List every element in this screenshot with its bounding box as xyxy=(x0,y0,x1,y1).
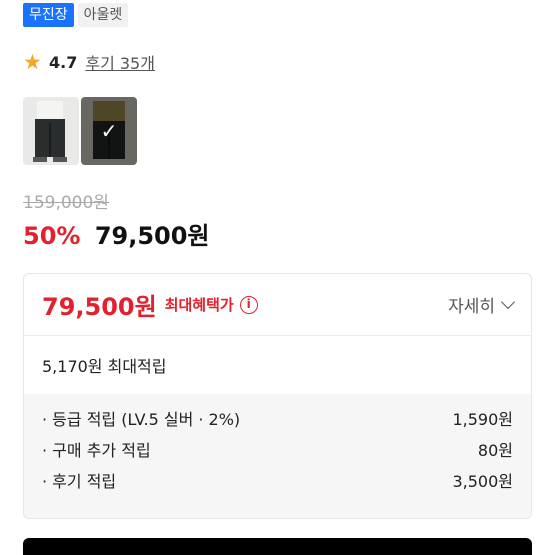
max-benefit-price: 79,500원 xyxy=(42,293,157,321)
star-icon: ★ xyxy=(23,50,42,74)
points-breakdown: · 등급 적립 (LV.5 실버 · 2%) 1,590원 · 구매 추가 적립… xyxy=(24,394,531,518)
breakdown-row: · 구매 추가 적립 80원 xyxy=(42,433,513,464)
breakdown-row: · 등급 적립 (LV.5 실버 · 2%) 1,590원 xyxy=(42,402,513,433)
thumbnail-option-khaki[interactable]: ✓ xyxy=(81,97,137,165)
breakdown-value: 80원 xyxy=(477,440,513,460)
breakdown-label: · 등급 적립 (LV.5 실버 · 2%) xyxy=(42,409,241,429)
sale-price: 79,500원 xyxy=(94,222,210,250)
selected-check-icon: ✓ xyxy=(81,97,137,165)
breakdown-row: · 후기 적립 3,500원 xyxy=(42,464,513,495)
bottom-action-bar[interactable] xyxy=(23,538,532,555)
max-points-summary: 5,170원 최대적립 xyxy=(42,357,167,376)
detail-label: 자세히 xyxy=(448,297,495,317)
breakdown-value: 3,500원 xyxy=(452,471,513,491)
benefit-card: 79,500원 최대혜택가 i 자세히 5,170원 최대적립 · 등급 적립 … xyxy=(23,273,532,519)
badge-outlet: 아울렛 xyxy=(77,3,129,27)
color-thumbnails: ✓ xyxy=(23,97,137,165)
rating-row: ★ 4.7 후기 35개 xyxy=(23,50,155,74)
badge-mujinjang: 무진장 xyxy=(23,3,74,27)
discount-rate: 50% xyxy=(23,222,81,250)
chevron-down-icon xyxy=(500,294,516,310)
detail-toggle[interactable]: 자세히 xyxy=(448,292,516,317)
benefit-card-header[interactable]: 79,500원 최대혜택가 i 자세히 xyxy=(24,274,531,336)
thumbnail-option-light[interactable] xyxy=(23,97,79,165)
max-benefit-label: 최대혜택가 xyxy=(164,296,234,314)
price-row: 50% 79,500원 xyxy=(23,216,210,251)
product-badges: 무진장 아울렛 xyxy=(23,3,129,27)
review-count-link[interactable]: 후기 35개 xyxy=(85,50,155,74)
breakdown-label: · 구매 추가 적립 xyxy=(42,440,151,460)
info-icon[interactable]: i xyxy=(239,295,258,314)
breakdown-value: 1,590원 xyxy=(452,409,513,429)
original-price: 159,000원 xyxy=(23,193,109,213)
breakdown-label: · 후기 적립 xyxy=(42,471,117,491)
rating-score: 4.7 xyxy=(49,52,78,72)
